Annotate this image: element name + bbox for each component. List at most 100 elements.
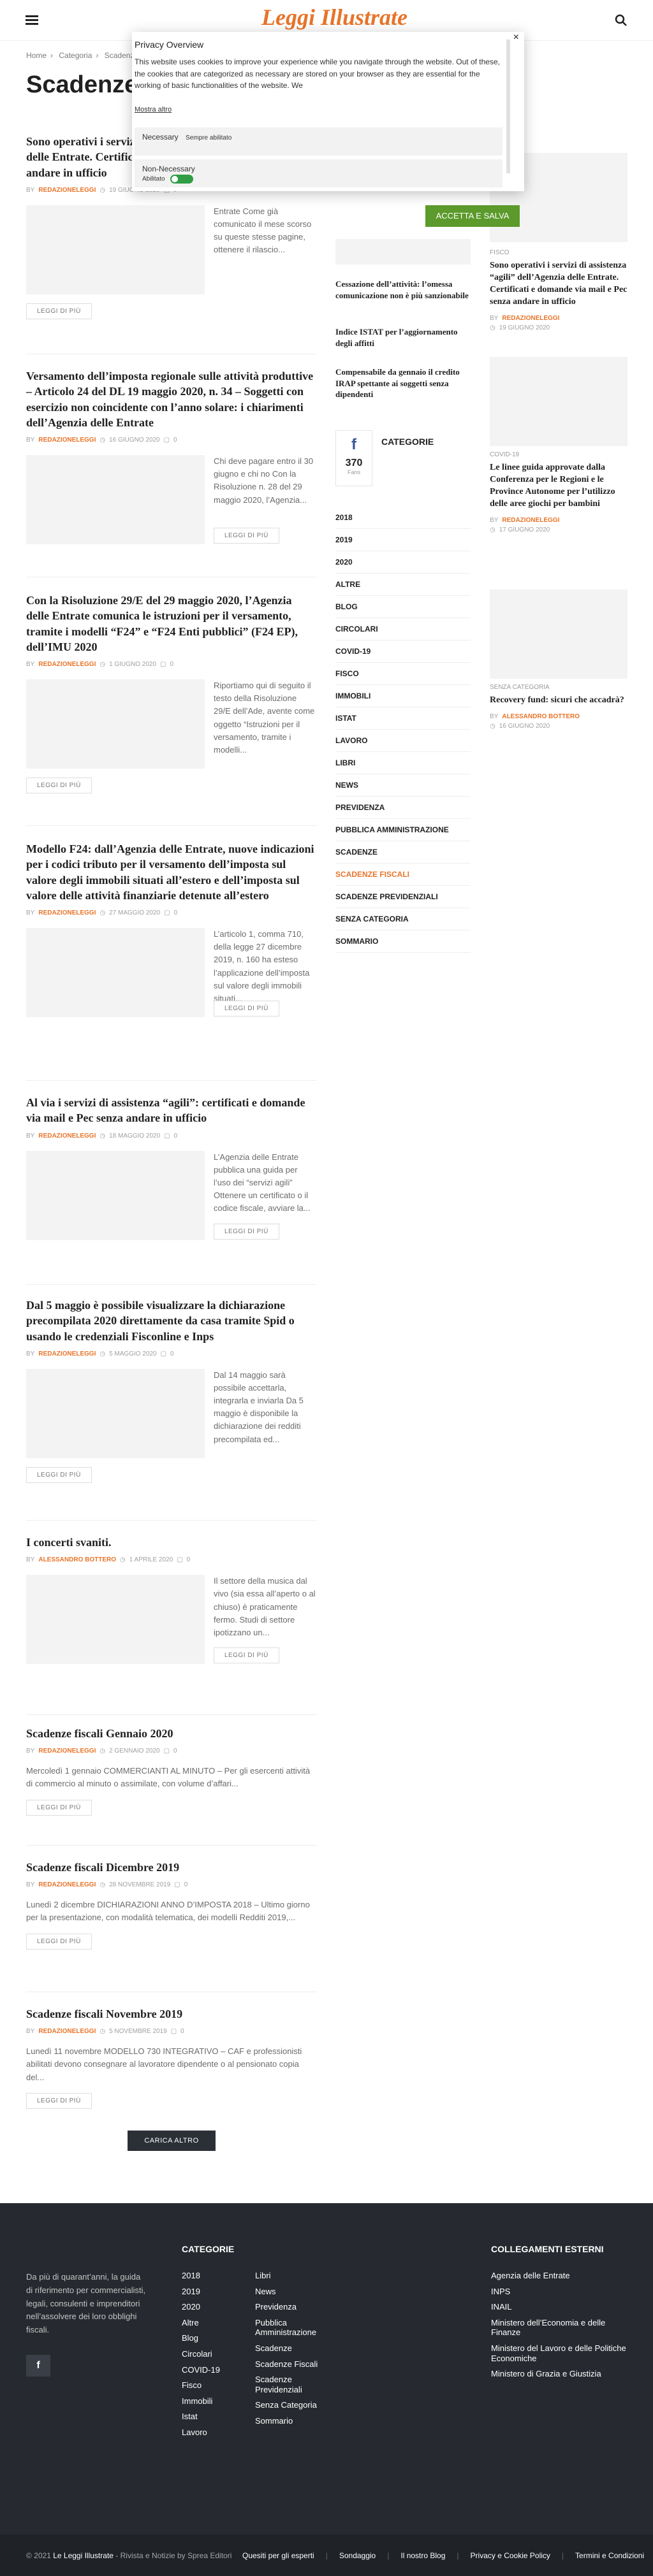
category-item[interactable]: SCADENZE [335,841,471,864]
search-icon[interactable] [615,14,627,27]
post-comments[interactable]: 0 [170,1350,174,1357]
footer-external-link[interactable]: Ministero dell’Economia e delle Finanze [491,2318,628,2338]
read-more-button[interactable]: LEGGI DI PIÙ [214,1001,279,1017]
footer-category-link[interactable]: COVID-19 [182,2365,246,2375]
close-icon[interactable]: × [513,32,519,43]
post-comments[interactable]: 0 [173,437,177,444]
footer-category-link[interactable]: 2018 [182,2271,246,2281]
load-more-button[interactable]: CARICA ALTRO [128,2131,216,2151]
footer-category-link[interactable]: Libri [255,2271,338,2281]
footer-bottom-link[interactable]: Privacy e Cookie Policy [471,2551,550,2560]
footer-external-link[interactable]: Agenzia delle Entrate [491,2271,628,2281]
post-author[interactable]: REDAZIONELEGGI [38,1881,96,1888]
footer-category-link[interactable]: Scadenze [255,2343,338,2354]
footer-bottom-link[interactable]: Quesiti per gli esperti [242,2551,314,2560]
footer-category-link[interactable]: Previdenza [255,2302,338,2312]
post-comments[interactable]: 0 [184,1881,188,1888]
post-comments[interactable]: 0 [180,2028,184,2035]
post-thumbnail[interactable] [26,205,205,294]
footer-category-link[interactable]: Lavoro [182,2428,246,2438]
post-title[interactable]: Con la Risoluzione 29/E del 29 maggio 20… [26,593,317,655]
category-item[interactable]: NEWS [335,774,471,797]
post-title[interactable]: Al via i servizi di assistenza “agili”: … [26,1095,317,1126]
right-post-title[interactable]: Sono operativi i servizi di assistenza “… [490,260,627,308]
category-item[interactable]: IMMOBILI [335,685,471,707]
site-logo[interactable]: Leggi Illustrate [261,4,407,31]
footer-bottom-link[interactable]: Sondaggio [339,2551,376,2560]
necessary-cookies-row[interactable]: Necessary Sempre abilitato [135,127,503,156]
read-more-button[interactable]: LEGGI DI PIÙ [26,1799,92,1816]
right-post-title[interactable]: Le linee guida approvate dalla Conferenz… [490,462,627,510]
category-item[interactable]: SCADENZE PREVIDENZIALI [335,886,471,908]
category-item[interactable]: COVID-19 [335,640,471,663]
post-thumbnail[interactable] [26,455,205,545]
post-author[interactable]: ALESSANDRO BOTTERO [38,1556,116,1563]
read-more-button[interactable]: LEGGI DI PIÙ [26,1933,92,1950]
post-author[interactable]: REDAZIONELEGGI [38,1350,96,1357]
copyright-site-link[interactable]: Le Leggi Illustrate [53,2551,114,2560]
right-post-title[interactable]: Recovery fund: sicuri che accadrà? [490,695,627,707]
sidebar-link[interactable]: Indice ISTAT per l’aggiornamento degli a… [335,326,471,349]
post-author[interactable]: REDAZIONELEGGI [38,437,96,444]
dialog-scrollbar[interactable] [506,40,510,173]
category-item[interactable]: LIBRI [335,752,471,774]
sidebar-link[interactable]: Compensabile da gennaio il credito IRAP … [335,366,471,400]
right-post-thumbnail[interactable] [490,590,627,679]
footer-category-link[interactable]: Pubblica Amministrazione [255,2318,338,2338]
right-post-author[interactable]: REDAZIONELEGGI [502,517,559,524]
facebook-icon[interactable]: f [26,2355,50,2377]
category-item[interactable]: 2020 [335,551,471,574]
footer-category-link[interactable]: News [255,2287,338,2297]
post-author[interactable]: REDAZIONELEGGI [38,661,96,668]
read-more-button[interactable]: LEGGI DI PIÙ [26,2092,92,2109]
category-item[interactable]: SOMMARIO [335,930,471,953]
post-title[interactable]: Scadenze fiscali Dicembre 2019 [26,1860,317,1875]
footer-category-link[interactable]: Blog [182,2333,246,2343]
post-title[interactable]: Scadenze fiscali Novembre 2019 [26,2006,317,2022]
footer-category-link[interactable]: Istat [182,2412,246,2422]
category-item[interactable]: PUBBLICA AMMINISTRAZIONE [335,819,471,841]
breadcrumb-category[interactable]: Categoria [59,51,92,60]
post-thumbnail[interactable] [26,679,205,769]
read-more-button[interactable]: LEGGI DI PIÙ [214,1647,279,1664]
read-more-button[interactable]: LEGGI DI PIÙ [214,528,279,544]
menu-icon[interactable] [26,15,38,25]
post-thumbnail[interactable] [26,928,205,1018]
footer-category-link[interactable]: 2020 [182,2302,246,2312]
post-comments[interactable]: 0 [174,1132,178,1140]
footer-category-link[interactable]: Immobili [182,2396,246,2406]
category-item[interactable]: LAVORO [335,730,471,752]
breadcrumb-home[interactable]: Home [26,51,47,60]
right-post-thumbnail[interactable] [490,357,627,446]
category-item[interactable]: 2018 [335,507,471,529]
footer-category-link[interactable]: Scadenze Previdenziali [255,2375,338,2394]
accept-and-save-button[interactable]: ACCETTA E SALVA [425,205,520,227]
category-item[interactable]: FISCO [335,663,471,685]
footer-category-link[interactable]: Fisco [182,2380,246,2391]
post-author[interactable]: REDAZIONELEGGI [38,1132,96,1140]
category-item-active[interactable]: SCADENZE FISCALI [335,864,471,886]
category-item[interactable]: ISTAT [335,707,471,730]
post-author[interactable]: REDAZIONELEGGI [38,909,96,916]
non-necessary-toggle[interactable] [170,175,193,184]
post-author[interactable]: REDAZIONELEGGI [38,1747,96,1755]
footer-category-link[interactable]: Circolari [182,2349,246,2359]
post-thumbnail[interactable] [26,1368,205,1458]
right-post-author[interactable]: REDAZIONELEGGI [502,315,559,322]
footer-external-link[interactable]: INAIL [491,2302,628,2312]
post-author[interactable]: REDAZIONELEGGI [38,2028,96,2035]
sidebar-link[interactable]: Cessazione dell’attività: l’omessa comun… [335,279,471,301]
category-item[interactable]: SENZA CATEGORIA [335,908,471,930]
footer-external-link[interactable]: Ministero di Grazia e Giustizia [491,2369,628,2379]
footer-bottom-link[interactable]: Termini e Condizioni [575,2551,644,2560]
post-comments[interactable]: 0 [187,1556,191,1563]
footer-category-link[interactable]: 2019 [182,2287,246,2297]
read-more-button[interactable]: LEGGI DI PIÙ [26,778,92,794]
category-item[interactable]: 2019 [335,529,471,551]
post-author[interactable]: REDAZIONELEGGI [38,187,96,194]
post-comments[interactable]: 0 [174,909,178,916]
post-comments[interactable]: 0 [170,661,173,668]
footer-category-link[interactable]: Senza Categoria [255,2400,338,2410]
right-post-tag[interactable]: FISCO [490,249,627,256]
right-post-tag[interactable]: COVID-19 [490,451,627,458]
